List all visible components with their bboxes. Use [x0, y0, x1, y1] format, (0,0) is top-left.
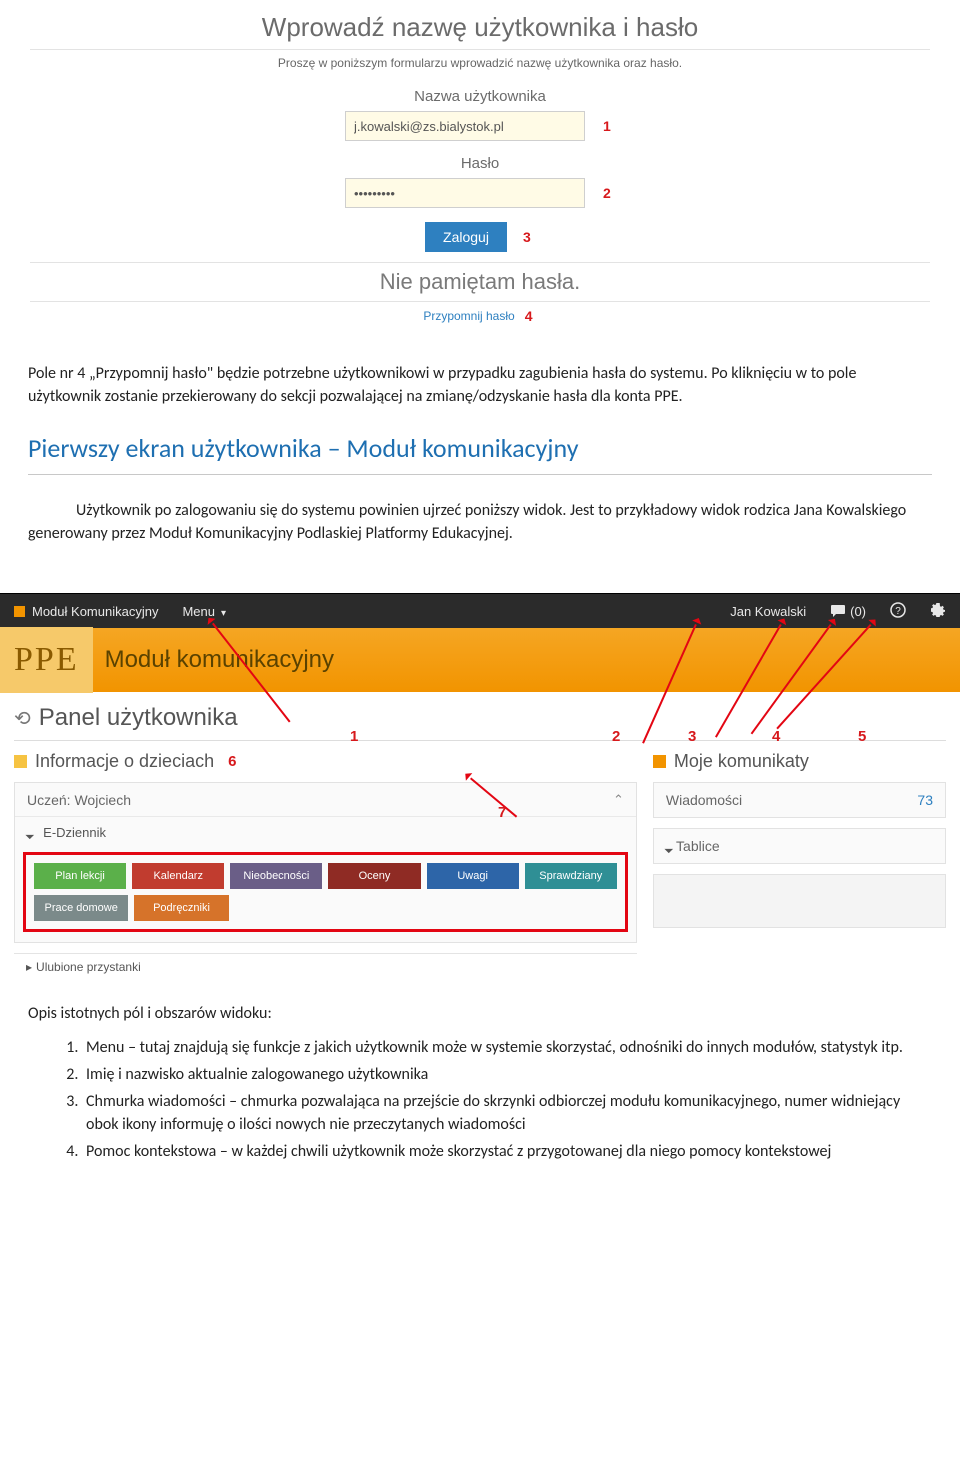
triangle-right-icon: [26, 960, 36, 974]
list-item-4: Pomoc kontekstowa – w każdej chwili użyt…: [82, 1140, 932, 1163]
annotation-6: 6: [228, 753, 236, 770]
tile-plan-lekcji[interactable]: Plan lekcji: [34, 863, 126, 889]
paragraph-intro: Użytkownik po zalogowaniu się do systemu…: [28, 499, 932, 545]
tile-uwagi[interactable]: Uwagi: [427, 863, 519, 889]
brand-label: Moduł Komunikacyjny: [14, 604, 158, 619]
password-label: Hasło: [30, 155, 930, 172]
list-intro: Opis istotnych pól i obszarów widoku:: [28, 1002, 932, 1025]
back-icon[interactable]: ⟲: [14, 706, 31, 731]
messages-count-value: 73: [917, 792, 933, 808]
annotation-1: 1: [603, 118, 615, 134]
login-subtitle: Proszę w poniższym formularzu wprowadzić…: [30, 56, 930, 70]
left-column-title: Informacje o dzieciach: [35, 751, 214, 772]
annotation-2: 2: [603, 185, 615, 201]
annotation-3: 3: [523, 229, 535, 245]
login-title: Wprowadź nazwę użytkownika i hasło: [30, 12, 930, 50]
remind-password-link[interactable]: Przypomnij hasło: [423, 309, 514, 323]
help-icon[interactable]: ?: [890, 602, 906, 621]
list-item-3: Chmurka wiadomości – chmurka pozwalająca…: [82, 1090, 932, 1136]
triangle-down-icon: [666, 838, 676, 854]
messages-item[interactable]: Wiadomości 73: [653, 782, 946, 818]
square-icon: [653, 755, 666, 768]
gear-icon[interactable]: [930, 602, 946, 621]
username-label: Nazwa użytkownika: [30, 88, 930, 105]
login-form-screenshot: Wprowadź nazwę użytkownika i hasło Prosz…: [0, 0, 960, 342]
right-column-title: Moje komunikaty: [674, 751, 809, 772]
student-card: Uczeń: Wojciech E-Dziennik Plan lekcji K…: [14, 782, 637, 943]
description-list: Menu – tutaj znajdują się funkcje z jaki…: [28, 1036, 932, 1164]
square-icon: [14, 755, 27, 768]
tile-prace-domowe[interactable]: Prace domowe: [34, 895, 128, 921]
tile-podreczniki[interactable]: Podręczniki: [134, 895, 228, 921]
svg-text:?: ?: [895, 606, 901, 617]
ediary-label[interactable]: E-Dziennik: [43, 825, 106, 840]
collapse-icon[interactable]: [613, 791, 624, 808]
placeholder-box: [653, 874, 946, 928]
menu-dropdown[interactable]: Menu: [182, 604, 226, 619]
user-panel-screenshot: Moduł Komunikacyjny Menu Jan Kowalski (0…: [0, 593, 960, 984]
tile-kalendarz[interactable]: Kalendarz: [132, 863, 224, 889]
annotation-4: 4: [525, 308, 537, 324]
current-user-name[interactable]: Jan Kowalski: [730, 604, 806, 619]
login-button[interactable]: Zaloguj: [425, 222, 507, 252]
tile-nieobecnosci[interactable]: Nieobecności: [230, 863, 322, 889]
panel-orange-header: PPE Moduł komunikacyjny: [0, 628, 960, 692]
password-input[interactable]: [345, 178, 585, 208]
panel-title: Panel użytkownika: [39, 704, 238, 732]
student-label: Uczeń: Wojciech: [27, 792, 131, 808]
bottom-cut-label[interactable]: Ulubione przystanki: [36, 960, 141, 974]
tile-sprawdziany[interactable]: Sprawdziany: [525, 863, 617, 889]
forgot-password-title: Nie pamiętam hasła.: [30, 262, 930, 302]
list-item-2: Imię i nazwisko aktualnie zalogowanego u…: [82, 1063, 932, 1086]
module-title: Moduł komunikacyjny: [105, 646, 334, 674]
list-item-1: Menu – tutaj znajdują się funkcje z jaki…: [82, 1036, 932, 1059]
section-heading: Pierwszy ekran użytkownika – Moduł komun…: [28, 430, 932, 475]
ppe-logo: PPE: [0, 627, 93, 693]
panel-top-bar: Moduł Komunikacyjny Menu Jan Kowalski (0…: [0, 594, 960, 628]
messages-icon[interactable]: (0): [830, 604, 866, 619]
tablice-label: Tablice: [676, 838, 720, 854]
triangle-down-icon: [27, 825, 37, 840]
ediary-tiles: Plan lekcji Kalendarz Nieobecności Oceny…: [23, 852, 628, 932]
brand-square-icon: [14, 606, 25, 617]
tablice-item[interactable]: Tablice: [653, 828, 946, 864]
messages-label: Wiadomości: [666, 792, 742, 808]
username-input[interactable]: [345, 111, 585, 141]
tile-oceny[interactable]: Oceny: [328, 863, 420, 889]
messages-count: (0): [850, 604, 866, 619]
paragraph-pole4: Pole nr 4 „Przypomnij hasło" będzie potr…: [28, 362, 932, 408]
